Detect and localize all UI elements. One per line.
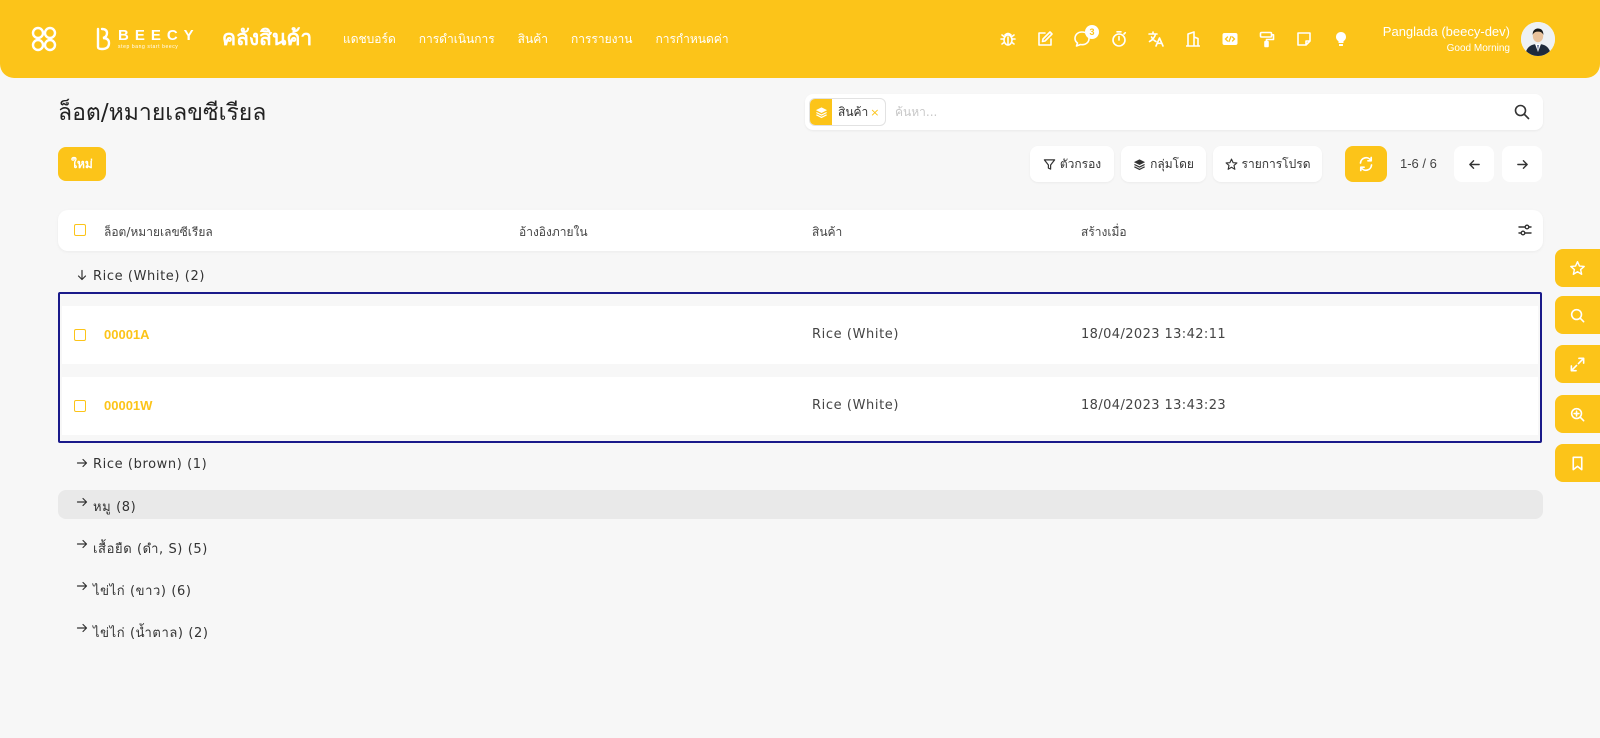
- nav-item-products[interactable]: สินค้า: [518, 30, 548, 49]
- brand-logo[interactable]: BEECY step bang start beecy: [94, 26, 200, 52]
- zoom-in-icon: [1570, 407, 1585, 421]
- lightbulb-icon[interactable]: [1329, 27, 1353, 51]
- edit-icon[interactable]: [1033, 27, 1057, 51]
- avatar[interactable]: [1521, 22, 1555, 56]
- search-bar: สินค้า ×: [805, 94, 1543, 130]
- prev-page-button[interactable]: [1454, 146, 1494, 182]
- user-name: Panglada (beecy-dev): [1382, 24, 1510, 39]
- side-favorite-button[interactable]: [1555, 249, 1600, 287]
- column-header-internal-ref[interactable]: อ้างอิงภายใน: [519, 223, 588, 242]
- layers-icon: [1134, 158, 1146, 170]
- select-all-checkbox[interactable]: [74, 224, 86, 236]
- product-cell: Rice (White): [812, 398, 900, 413]
- side-zoom-button[interactable]: [1555, 395, 1600, 433]
- arrow-right-icon: [1516, 159, 1528, 169]
- app-title[interactable]: คลังสินค้า: [222, 22, 312, 55]
- table-row[interactable]: 00001W Rice (White) 18/04/2023 13:43:23: [62, 377, 1538, 435]
- favorites-button[interactable]: รายการโปรด: [1213, 146, 1322, 182]
- stopwatch-icon[interactable]: [1107, 27, 1131, 51]
- row-checkbox[interactable]: [74, 400, 86, 412]
- search-icon[interactable]: [1513, 103, 1531, 121]
- table-row[interactable]: 00001A Rice (White) 18/04/2023 13:42:11: [62, 306, 1538, 364]
- expand-icon: [1570, 357, 1585, 371]
- translate-icon[interactable]: [1144, 27, 1168, 51]
- search-facet-product[interactable]: สินค้า ×: [809, 98, 886, 126]
- new-button[interactable]: ใหม่: [58, 147, 106, 181]
- paint-roller-icon[interactable]: [1255, 27, 1279, 51]
- page-title: ล็อต/หมายเลขซีเรียล: [58, 100, 267, 126]
- group-row-egg-brown[interactable]: ไข่ไก่ (น้ำตาล) (2): [58, 616, 1543, 645]
- pager-text: 1-6 / 6: [1400, 156, 1437, 171]
- beecy-logo-icon: [96, 27, 111, 51]
- side-expand-button[interactable]: [1555, 345, 1600, 383]
- group-row-pork[interactable]: หมู (8): [58, 490, 1543, 519]
- favorites-label: รายการโปรด: [1241, 156, 1311, 171]
- refresh-icon: [1359, 156, 1373, 172]
- chat-icon[interactable]: 3: [1070, 25, 1099, 51]
- next-page-button[interactable]: [1502, 146, 1542, 182]
- nav-item-operations[interactable]: การดำเนินการ: [419, 30, 495, 49]
- star-icon: [1570, 260, 1585, 275]
- arrow-right-icon: [76, 623, 88, 633]
- layers-icon: [810, 99, 832, 125]
- group-label: หมู (8): [93, 500, 137, 515]
- group-label: ไข่ไก่ (น้ำตาล) (2): [93, 626, 209, 641]
- building-icon[interactable]: [1181, 27, 1205, 51]
- filter-label: ตัวกรอง: [1059, 156, 1102, 171]
- header-icon-bar: 3: [996, 25, 1346, 51]
- refresh-button[interactable]: [1345, 146, 1387, 182]
- group-label: เสื้อยืด (ดำ, S) (5): [93, 542, 208, 557]
- column-settings-icon[interactable]: [1517, 222, 1533, 238]
- facet-remove-icon[interactable]: ×: [870, 106, 879, 119]
- arrow-right-icon: [76, 539, 88, 549]
- group-row-egg-white[interactable]: ไข่ไก่ (ขาว) (6): [58, 574, 1543, 603]
- search-icon: [1570, 308, 1585, 322]
- user-greeting: Good Morning: [1446, 43, 1510, 54]
- row-checkbox[interactable]: [74, 329, 86, 341]
- group-label: Rice (White) (2): [93, 269, 206, 284]
- created-date-cell: 18/04/2023 13:43:23: [1081, 398, 1227, 413]
- group-row-tshirt[interactable]: เสื้อยืด (ดำ, S) (5): [58, 532, 1543, 561]
- main-nav: แดชบอร์ด การดำเนินการ สินค้า การรายงาน ก…: [343, 30, 729, 49]
- user-info[interactable]: Panglada (beecy-dev) Good Morning: [1383, 24, 1510, 54]
- group-row-rice-brown[interactable]: Rice (brown) (1): [58, 451, 1543, 480]
- arrow-right-icon: [76, 497, 88, 507]
- created-date-cell: 18/04/2023 13:42:11: [1081, 327, 1227, 342]
- arrow-right-icon: [76, 581, 88, 591]
- group-label: ไข่ไก่ (ขาว) (6): [93, 584, 192, 599]
- column-header-product[interactable]: สินค้า: [812, 223, 842, 242]
- lot-number-cell[interactable]: 00001W: [104, 398, 152, 413]
- chat-badge: 3: [1085, 25, 1099, 39]
- bookmark-icon: [1572, 456, 1583, 470]
- brand-tagline: step bang start beecy: [118, 44, 179, 50]
- filter-button[interactable]: ตัวกรอง: [1030, 146, 1114, 182]
- side-bookmark-button[interactable]: [1555, 444, 1600, 482]
- search-facet-label: สินค้า: [838, 104, 869, 119]
- search-input[interactable]: [895, 102, 1495, 122]
- product-cell: Rice (White): [812, 327, 900, 342]
- arrow-down-icon: [77, 269, 87, 281]
- filter-icon: [1043, 158, 1056, 170]
- group-row-rice-white[interactable]: Rice (White) (2): [58, 263, 1543, 292]
- arrow-right-icon: [76, 458, 88, 468]
- nav-item-configuration[interactable]: การกำหนดค่า: [655, 30, 728, 49]
- nav-item-reporting[interactable]: การรายงาน: [571, 30, 632, 49]
- brand-name: BEECY: [118, 27, 200, 44]
- group-by-button[interactable]: กลุ่มโดย: [1121, 146, 1206, 182]
- group-by-label: กลุ่มโดย: [1150, 156, 1194, 171]
- star-icon: [1225, 158, 1237, 170]
- column-header-lot[interactable]: ล็อต/หมายเลขซีเรียล: [104, 223, 213, 242]
- top-bar: BEECY step bang start beecy คลังสินค้า แ…: [0, 0, 1600, 78]
- arrow-left-icon: [1468, 159, 1480, 169]
- group-label: Rice (brown) (1): [93, 457, 208, 472]
- side-search-button[interactable]: [1555, 296, 1600, 334]
- nav-item-dashboard[interactable]: แดชบอร์ด: [343, 30, 396, 49]
- code-icon[interactable]: [1218, 27, 1242, 51]
- bug-icon[interactable]: [996, 27, 1020, 51]
- column-header-created[interactable]: สร้างเมื่อ: [1081, 223, 1127, 242]
- note-icon[interactable]: [1292, 27, 1316, 51]
- lot-number-cell[interactable]: 00001A: [104, 327, 150, 342]
- table-header: ล็อต/หมายเลขซีเรียล อ้างอิงภายใน สินค้า …: [58, 210, 1543, 251]
- apps-grid-icon[interactable]: [31, 26, 57, 52]
